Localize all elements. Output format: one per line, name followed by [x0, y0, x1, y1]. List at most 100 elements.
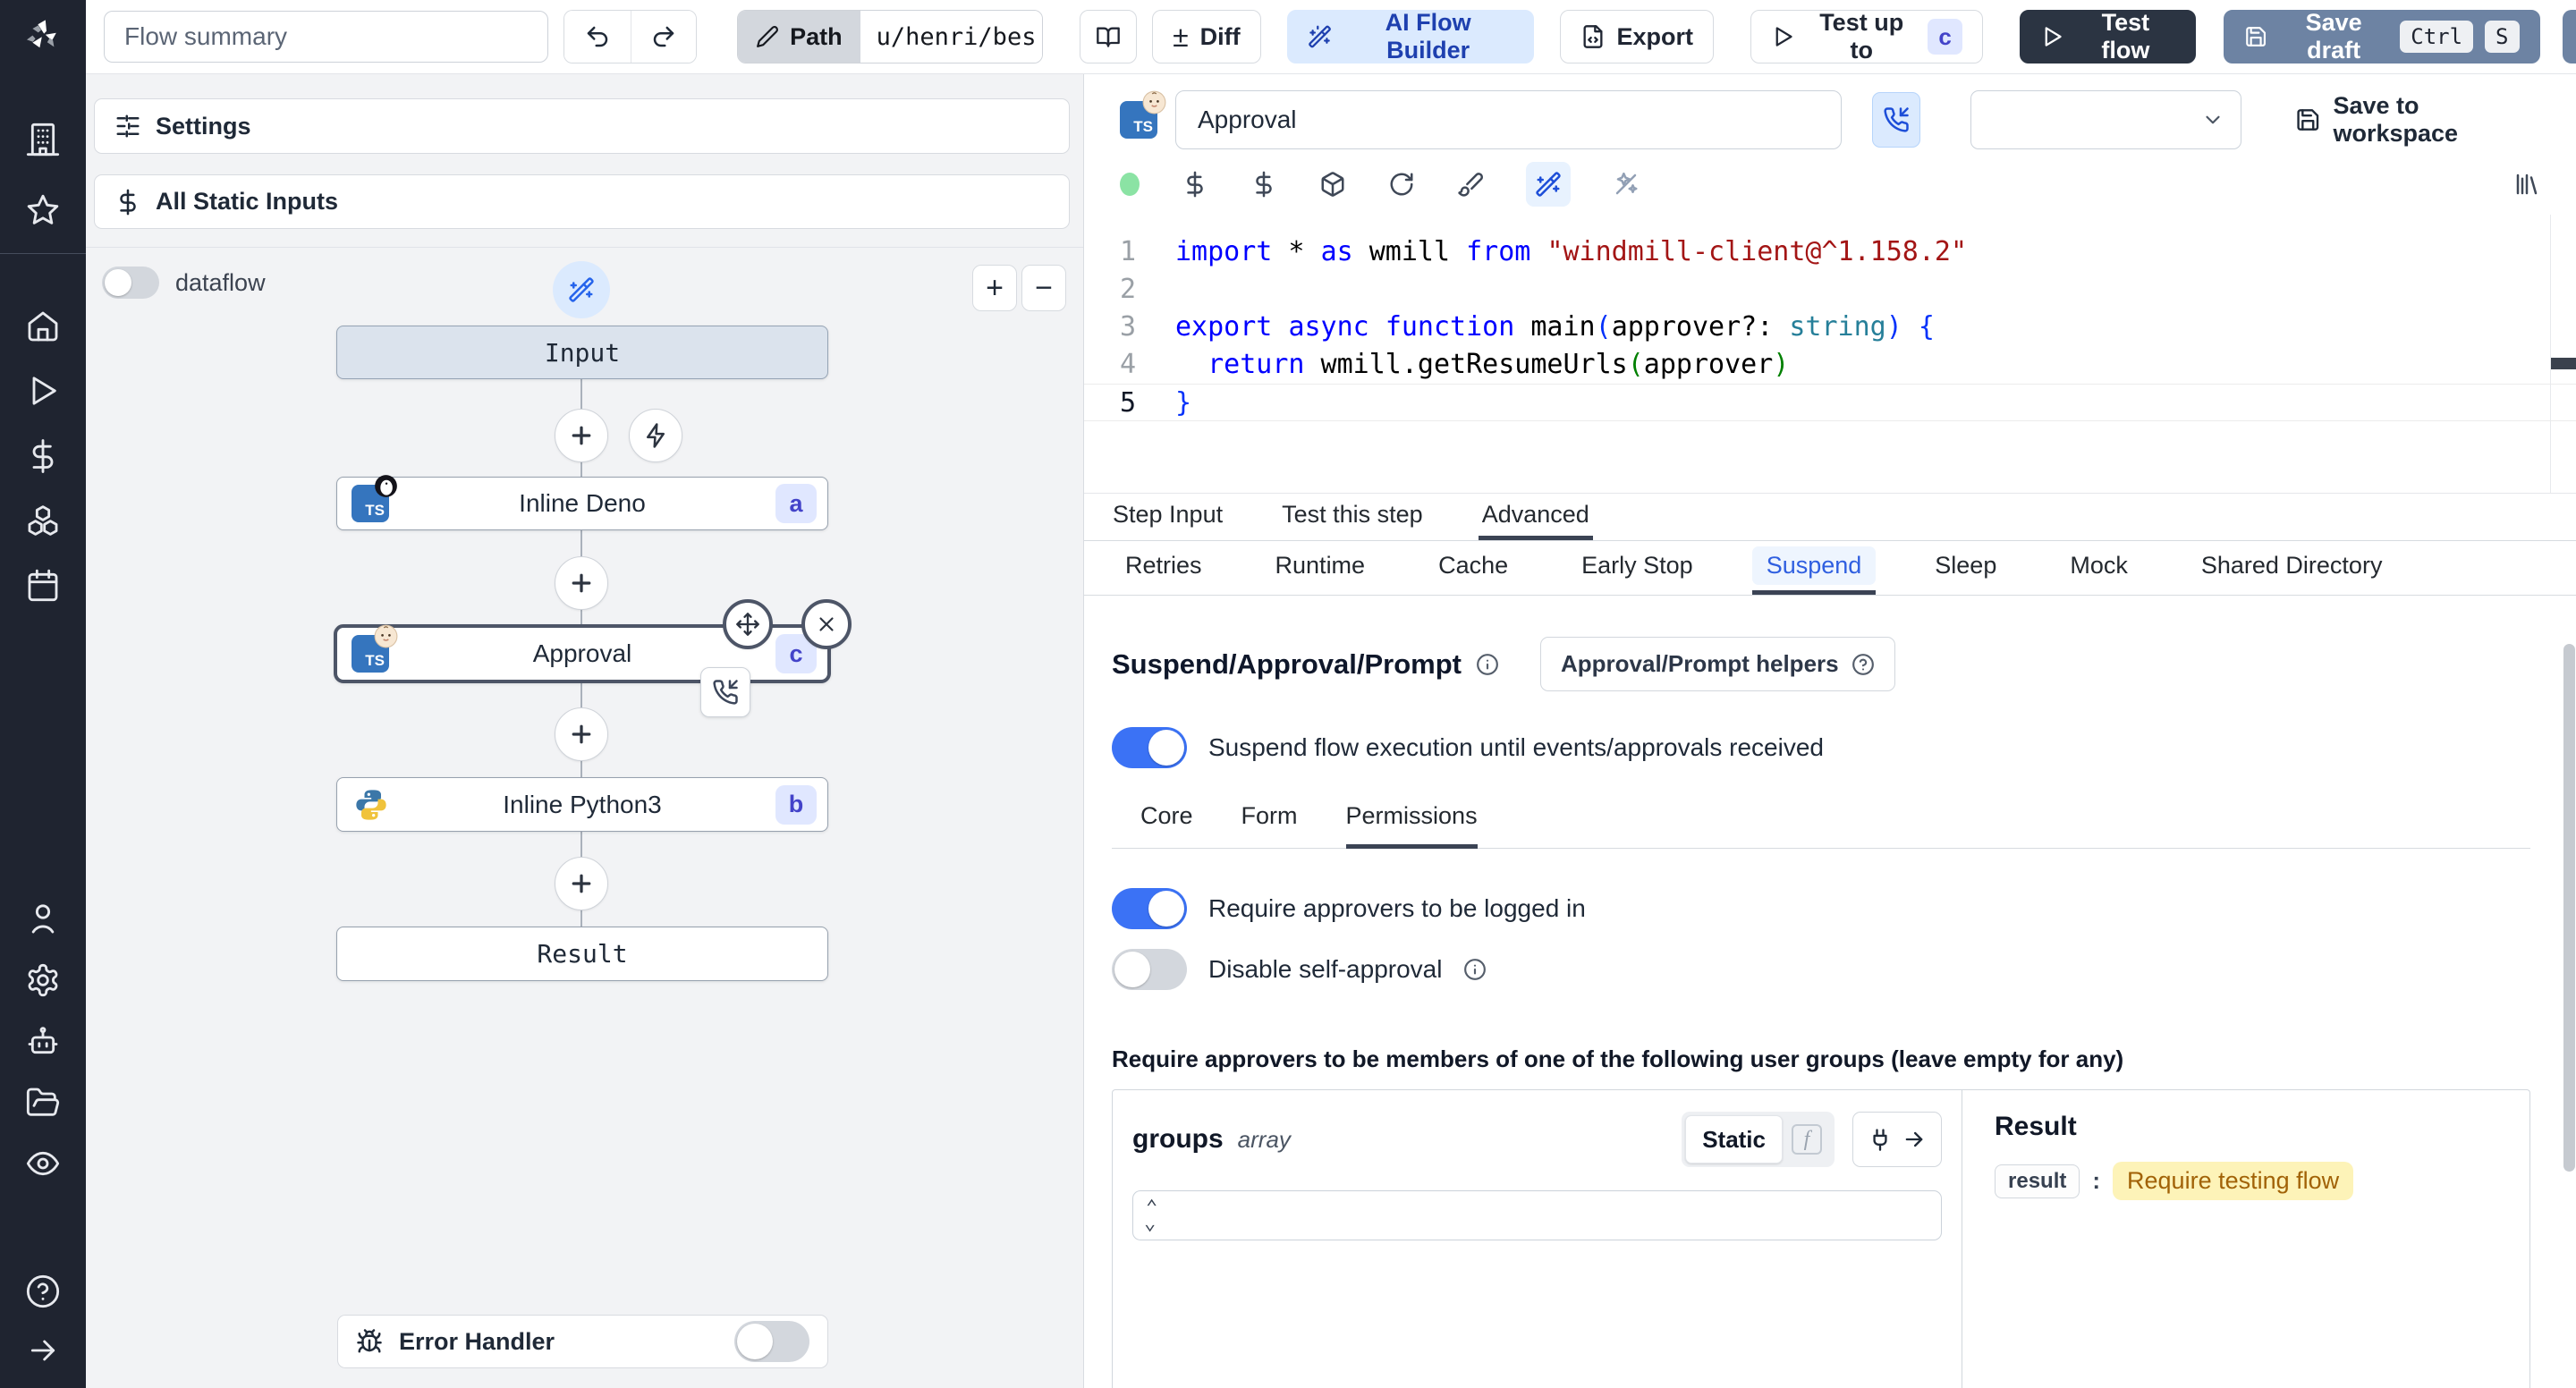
subtab-sleep[interactable]: Sleep	[1920, 541, 2011, 595]
workspace-building-icon[interactable]	[21, 118, 64, 161]
zoom-in-button[interactable]: +	[972, 265, 1017, 311]
step-name-input[interactable]	[1175, 90, 1842, 149]
expand-sidebar-arrow-icon[interactable]	[21, 1329, 64, 1372]
zap-icon	[647, 423, 665, 448]
undo-button[interactable]	[564, 11, 631, 63]
inner-tab-permissions[interactable]: Permissions	[1345, 802, 1478, 849]
flow-settings-button[interactable]: Settings	[94, 98, 1070, 154]
package-icon[interactable]	[1319, 171, 1346, 198]
move-icon	[736, 613, 759, 636]
move-step-button[interactable]	[723, 599, 773, 649]
help-icon[interactable]	[21, 1270, 64, 1313]
error-handler-toggle[interactable]	[734, 1321, 809, 1362]
reload-icon[interactable]	[1388, 171, 1415, 198]
python-logo-icon	[356, 789, 386, 820]
tab-test-this-step[interactable]: Test this step	[1278, 494, 1427, 540]
save-to-workspace-button[interactable]: Save to workspace	[2295, 92, 2540, 148]
result-value-highlight[interactable]: Require testing flow	[2113, 1162, 2354, 1200]
flow-node-result[interactable]: Result	[336, 927, 828, 981]
zoom-out-button[interactable]: −	[1021, 265, 1066, 311]
script-version-select[interactable]	[1970, 90, 2241, 149]
suspend-flow-toggle[interactable]	[1112, 727, 1187, 768]
subtab-shared-directory[interactable]: Shared Directory	[2187, 541, 2397, 595]
diff-button[interactable]: ± Diff	[1152, 10, 1261, 63]
disable-self-approval-toggle[interactable]	[1112, 949, 1187, 990]
delete-step-button[interactable]	[801, 599, 852, 649]
undo-redo-group	[564, 10, 698, 63]
variables-dollar-icon[interactable]	[1250, 171, 1277, 198]
groups-value-input[interactable]: ⌃ ⌃	[1132, 1190, 1942, 1240]
favorites-star-icon[interactable]	[21, 189, 64, 232]
error-handler-row[interactable]: Error Handler	[337, 1315, 828, 1368]
subtab-runtime[interactable]: Runtime	[1261, 541, 1380, 595]
result-key-chip[interactable]: result	[1995, 1164, 2080, 1198]
subtab-suspend[interactable]: Suspend	[1751, 541, 1877, 595]
home-icon[interactable]	[21, 305, 64, 348]
ai-wand-button[interactable]	[1526, 162, 1571, 207]
groups-field-name: groups	[1132, 1124, 1224, 1154]
approval-prompt-helpers-button[interactable]: Approval/Prompt helpers	[1539, 637, 1895, 691]
all-static-inputs-button[interactable]: All Static Inputs	[94, 174, 1070, 229]
ai-step-wand-button[interactable]	[553, 261, 610, 318]
flow-summary-input[interactable]	[104, 11, 549, 63]
schedules-calendar-icon[interactable]	[21, 563, 64, 606]
info-icon[interactable]	[1476, 653, 1499, 676]
result-title: Result	[1995, 1112, 2077, 1141]
suspend-phone-incoming-badge[interactable]	[700, 667, 750, 717]
top-toolbar: Path u/henri/bes ± Diff AI Flow Builder …	[86, 0, 2576, 74]
export-button[interactable]: Export	[1559, 10, 1715, 63]
resources-boxes-icon[interactable]	[21, 499, 64, 542]
app-sidebar	[0, 0, 86, 1388]
test-up-to-button[interactable]: Test up to c	[1750, 9, 1983, 63]
javascript-mode-button[interactable]: f	[1783, 1115, 1831, 1164]
redo-button[interactable]	[630, 11, 697, 63]
subtab-retries[interactable]: Retries	[1111, 541, 1216, 595]
path-button[interactable]: Path u/henri/bes	[737, 10, 1044, 63]
test-flow-button[interactable]: Test flow	[2019, 9, 2196, 63]
inner-tab-core[interactable]: Core	[1140, 802, 1193, 849]
info-icon[interactable]	[1463, 958, 1487, 981]
suspend-phone-toggle-button[interactable]	[1871, 92, 1920, 148]
plus-minus-icon: ±	[1173, 20, 1189, 53]
static-mode-button[interactable]: Static	[1685, 1115, 1783, 1164]
runs-play-icon[interactable]	[21, 369, 64, 412]
flow-node-inline-python[interactable]: Inline Python3 b	[336, 777, 828, 832]
dataflow-toggle[interactable]	[102, 267, 159, 299]
save-draft-button[interactable]: Save draft Ctrl S	[2223, 9, 2540, 63]
library-icon[interactable]	[2513, 171, 2540, 198]
subtab-mock[interactable]: Mock	[2055, 541, 2142, 595]
step-tabs: Step Input Test this step Advanced	[1084, 494, 2576, 541]
audit-eye-icon[interactable]	[21, 1142, 64, 1185]
plus-icon	[572, 573, 591, 593]
add-step-button-2[interactable]	[555, 556, 608, 610]
ai-sparkles-crossed-icon[interactable]	[1613, 171, 1640, 198]
folders-icon[interactable]	[21, 1081, 64, 1124]
format-paintbrush-icon[interactable]	[1457, 171, 1484, 198]
users-icon[interactable]	[21, 897, 64, 940]
add-step-button-3[interactable]	[555, 707, 608, 761]
add-step-button-4[interactable]	[555, 857, 608, 910]
flow-node-input[interactable]: Input	[336, 326, 828, 379]
tab-advanced[interactable]: Advanced	[1478, 494, 1593, 540]
subtab-early-stop[interactable]: Early Stop	[1567, 541, 1707, 595]
add-step-button-1[interactable]	[555, 409, 608, 462]
deploy-button-partial[interactable]	[2562, 10, 2576, 63]
code-editor[interactable]: 1 import * as wmill from "windmill-client…	[1084, 215, 2576, 494]
ai-flow-builder-button[interactable]: AI Flow Builder	[1286, 9, 1534, 63]
inner-tab-form[interactable]: Form	[1241, 802, 1298, 849]
docs-button[interactable]	[1080, 10, 1138, 63]
add-trigger-zap-button[interactable]	[629, 409, 682, 462]
windmill-logo[interactable]	[21, 14, 64, 57]
help-circle-icon	[1852, 653, 1875, 676]
subtab-cache[interactable]: Cache	[1424, 541, 1522, 595]
variables-dollar-icon[interactable]	[21, 435, 64, 478]
tab-step-input[interactable]: Step Input	[1109, 494, 1226, 540]
static-inputs-dollar-icon[interactable]	[1182, 171, 1208, 198]
workers-robot-icon[interactable]	[21, 1020, 64, 1063]
settings-gear-icon[interactable]	[21, 959, 64, 1002]
flow-node-inline-deno[interactable]: TS Inline Deno a	[336, 475, 828, 530]
panel-scrollbar[interactable]	[2563, 644, 2575, 1172]
wand-sparkles-icon	[1308, 25, 1331, 48]
connect-input-button[interactable]	[1852, 1112, 1942, 1167]
require-login-toggle[interactable]	[1112, 888, 1187, 929]
